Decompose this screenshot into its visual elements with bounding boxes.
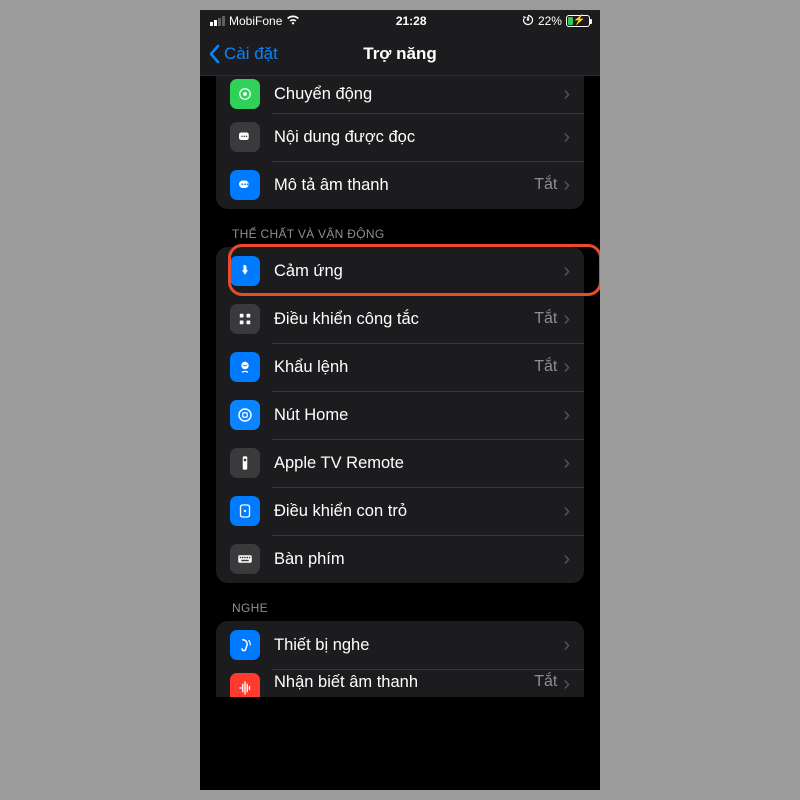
- row-label: Nhận biết âm thanh: [274, 673, 534, 692]
- battery-icon: ⚡: [566, 15, 590, 27]
- row-value: Tắt: [534, 673, 557, 691]
- row-value: Tắt: [534, 358, 557, 376]
- phone-screen: MobiFone 21:28 22% ⚡ Cài đặt Trợ năng: [200, 10, 600, 790]
- rotation-lock-icon: [522, 14, 534, 29]
- chevron-right-icon: ›: [563, 126, 570, 149]
- row-voice-control[interactable]: Khẩu lệnh Tắt ›: [216, 343, 584, 391]
- carrier-label: MobiFone: [229, 14, 282, 28]
- keyboard-icon: [230, 544, 260, 574]
- chevron-right-icon: ›: [563, 673, 570, 696]
- audio-description-icon: [230, 170, 260, 200]
- tv-remote-icon: [230, 448, 260, 478]
- row-spoken-content[interactable]: Nội dung được đọc ›: [216, 113, 584, 161]
- pointer-control-icon: [230, 496, 260, 526]
- back-label: Cài đặt: [224, 44, 278, 64]
- row-hearing-devices[interactable]: Thiết bị nghe ›: [216, 621, 584, 669]
- wifi-icon: [286, 14, 300, 28]
- row-label: Bàn phím: [274, 550, 563, 569]
- row-label: Chuyển động: [274, 85, 563, 104]
- signal-icon: [210, 16, 225, 26]
- switch-control-icon: [230, 304, 260, 334]
- chevron-left-icon: [208, 44, 220, 64]
- chevron-right-icon: ›: [563, 548, 570, 571]
- section-header-hearing: NGHE: [200, 583, 600, 621]
- row-motion[interactable]: Chuyển động ›: [216, 76, 584, 113]
- row-switch-control[interactable]: Điều khiển công tắc Tắt ›: [216, 295, 584, 343]
- touch-icon: [230, 256, 260, 286]
- chevron-right-icon: ›: [563, 356, 570, 379]
- row-touch[interactable]: Cảm ứng ›: [216, 247, 584, 295]
- row-apple-tv-remote[interactable]: Apple TV Remote ›: [216, 439, 584, 487]
- row-label: Cảm ứng: [274, 262, 563, 281]
- row-value: Tắt: [534, 310, 557, 328]
- chevron-right-icon: ›: [563, 404, 570, 427]
- row-audio-description[interactable]: Mô tả âm thanh Tắt ›: [216, 161, 584, 209]
- row-label: Nút Home: [274, 406, 563, 425]
- hearing-icon: [230, 630, 260, 660]
- row-label: Nội dung được đọc: [274, 128, 563, 147]
- home-button-icon: [230, 400, 260, 430]
- row-label: Điều khiển công tắc: [274, 310, 534, 329]
- row-sound-recognition[interactable]: Nhận biết âm thanh Tắt ›: [216, 669, 584, 697]
- row-label: Apple TV Remote: [274, 454, 563, 473]
- sound-recognition-icon: [230, 673, 260, 697]
- chevron-right-icon: ›: [563, 500, 570, 523]
- row-label: Mô tả âm thanh: [274, 176, 534, 195]
- chevron-right-icon: ›: [563, 83, 570, 106]
- settings-group-hearing: Thiết bị nghe › Nhận biết âm thanh Tắt ›: [216, 621, 584, 697]
- settings-group-physical: Cảm ứng › Điều khiển công tắc Tắt › Khẩu…: [216, 247, 584, 583]
- voice-control-icon: [230, 352, 260, 382]
- section-header-physical: THỂ CHẤT VÀ VẬN ĐỘNG: [200, 209, 600, 247]
- row-value: Tắt: [534, 176, 557, 194]
- settings-group-vision: Chuyển động › Nội dung được đọc › Mô tả …: [216, 76, 584, 209]
- battery-pct-label: 22%: [538, 14, 562, 28]
- chevron-right-icon: ›: [563, 260, 570, 283]
- row-label: Thiết bị nghe: [274, 636, 563, 655]
- motion-icon: [230, 79, 260, 109]
- row-label: Điều khiển con trỏ: [274, 502, 563, 521]
- chevron-right-icon: ›: [563, 452, 570, 475]
- back-button[interactable]: Cài đặt: [200, 44, 278, 64]
- nav-bar: Cài đặt Trợ năng: [200, 32, 600, 76]
- chevron-right-icon: ›: [563, 308, 570, 331]
- row-home-button[interactable]: Nút Home ›: [216, 391, 584, 439]
- chevron-right-icon: ›: [563, 174, 570, 197]
- chevron-right-icon: ›: [563, 634, 570, 657]
- row-keyboard[interactable]: Bàn phím ›: [216, 535, 584, 583]
- spoken-content-icon: [230, 122, 260, 152]
- row-pointer-control[interactable]: Điều khiển con trỏ ›: [216, 487, 584, 535]
- clock-label: 21:28: [396, 14, 427, 28]
- status-bar: MobiFone 21:28 22% ⚡: [200, 10, 600, 32]
- row-label: Khẩu lệnh: [274, 358, 534, 377]
